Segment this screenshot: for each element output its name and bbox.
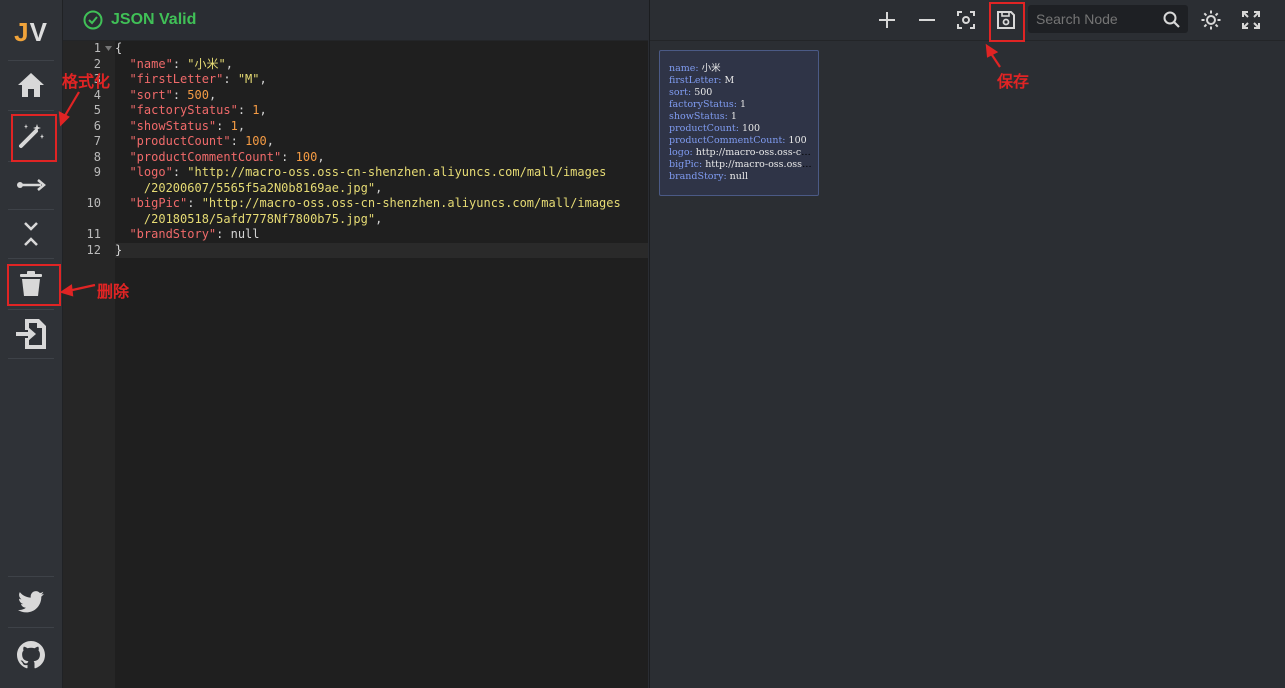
save-arrowhead: [985, 43, 999, 58]
delete-arrowhead: [59, 284, 74, 297]
annotation-arrows: [58, 43, 1001, 297]
